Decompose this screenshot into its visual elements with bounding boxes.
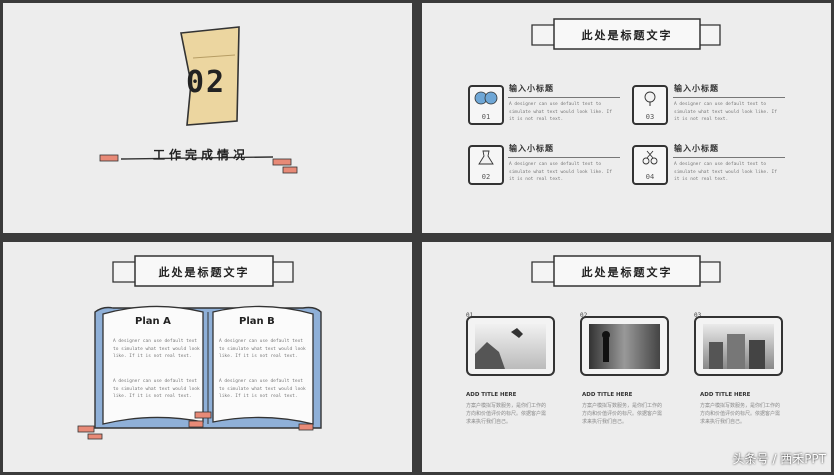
plan-b-text-2: A designer can use default text to simul… bbox=[219, 379, 306, 399]
section-number: 02 bbox=[186, 65, 227, 100]
number-tag-graphic bbox=[99, 26, 298, 174]
plan-a-title: Plan A bbox=[135, 316, 171, 327]
divider bbox=[673, 97, 785, 98]
plan-b-title: Plan B bbox=[239, 316, 275, 327]
item-desc: 方案户模拟写数服务，是你们工作的方向和价值评价的标尺。依据客户需求来执行我们自己… bbox=[700, 403, 781, 425]
feature-desc: A designer can use default text to simul… bbox=[674, 102, 777, 122]
feature-box-02: 02 bbox=[468, 145, 504, 185]
pin-icon bbox=[644, 91, 656, 106]
feature-number: 04 bbox=[645, 173, 655, 181]
feature-number: 02 bbox=[481, 173, 491, 181]
item-title: ADD TITLE HERE bbox=[582, 392, 633, 398]
photo-city bbox=[703, 324, 774, 369]
butterfly-icon bbox=[474, 91, 498, 105]
divider bbox=[508, 97, 620, 98]
photo-building bbox=[589, 324, 660, 369]
divider bbox=[673, 157, 785, 158]
feature-box-03: 03 bbox=[632, 85, 668, 125]
watermark: 头条号 / 西禾PPT bbox=[732, 452, 826, 466]
photo-frame-3 bbox=[694, 316, 783, 376]
feature-desc: A designer can use default text to simul… bbox=[509, 162, 612, 182]
scissors-icon bbox=[642, 150, 658, 165]
banner-title: 此处是标题文字 bbox=[158, 266, 250, 279]
plan-a-text-1: A designer can use default text to simul… bbox=[113, 339, 200, 359]
feature-subtitle: 输入小标题 bbox=[674, 144, 719, 153]
banner-title: 此处是标题文字 bbox=[581, 266, 673, 279]
feature-box-01: 01 bbox=[468, 85, 504, 125]
slide-4[interactable]: 此处是标题文字 01 ADD TITLE HERE 方案户模拟写数服务，是你们工… bbox=[422, 242, 831, 472]
item-desc: 方案户模拟写数服务，是你们工作的方向和价值评价的标尺。依据客户需求来执行我们自己… bbox=[466, 403, 547, 425]
slide-2[interactable]: 此处是标题文字 01 输入小标题 A designer can use defa… bbox=[422, 3, 831, 233]
item-title: ADD TITLE HERE bbox=[700, 392, 751, 398]
slide-3[interactable]: 此处是标题文字 Plan A A designer can use defaul… bbox=[3, 242, 412, 472]
item-desc: 方案户模拟写数服务，是你们工作的方向和价值评价的标尺。依据客户需求来执行我们自己… bbox=[582, 403, 663, 425]
slide-1[interactable]: 02 工作完成情况 bbox=[3, 3, 412, 233]
feature-subtitle: 输入小标题 bbox=[509, 144, 554, 153]
plan-a-text-2: A designer can use default text to simul… bbox=[113, 379, 200, 399]
city-image bbox=[709, 334, 765, 369]
feature-box-04: 04 bbox=[632, 145, 668, 185]
flask-icon bbox=[478, 150, 494, 165]
feature-subtitle: 输入小标题 bbox=[509, 84, 554, 93]
feature-subtitle: 输入小标题 bbox=[674, 84, 719, 93]
photo-jumper bbox=[475, 324, 546, 369]
item-title: ADD TITLE HERE bbox=[466, 392, 517, 398]
section-title: 工作完成情况 bbox=[153, 148, 250, 162]
person-image bbox=[602, 331, 610, 362]
photo-frame-1 bbox=[466, 316, 555, 376]
banner-title: 此处是标题文字 bbox=[581, 29, 673, 42]
divider bbox=[508, 157, 620, 158]
jumper-image bbox=[475, 328, 523, 369]
feature-desc: A designer can use default text to simul… bbox=[509, 102, 612, 122]
plan-b-text-1: A designer can use default text to simul… bbox=[219, 339, 306, 359]
feature-number: 01 bbox=[481, 113, 491, 121]
photo-frame-2 bbox=[580, 316, 669, 376]
feature-number: 03 bbox=[645, 113, 655, 121]
feature-desc: A designer can use default text to simul… bbox=[674, 162, 777, 182]
